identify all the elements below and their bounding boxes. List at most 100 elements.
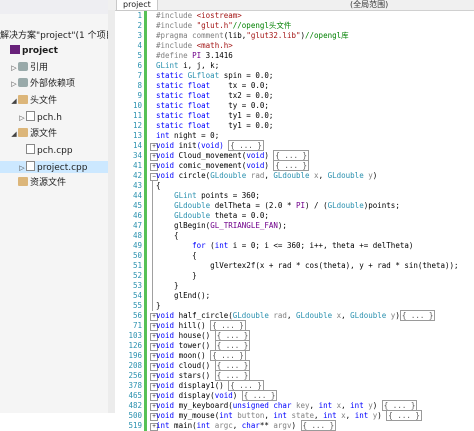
code-line[interactable]: glVertex2f(x + rad * cos(theta), y + rad…	[156, 261, 458, 271]
code-token: #include	[156, 11, 197, 20]
folder-icon	[18, 94, 28, 104]
tree-item-project[interactable]: project	[0, 45, 108, 57]
code-line[interactable]: static float ty1 = 0.0;	[156, 121, 273, 131]
line-number: 44	[132, 191, 142, 200]
tree-item-[interactable]: ▷ 外部依赖项	[0, 78, 108, 90]
line-number: 56	[132, 311, 142, 320]
collapsed-region[interactable]: { ... }	[241, 390, 278, 401]
code-line[interactable]: }	[156, 281, 179, 291]
code-token: void	[156, 321, 175, 330]
code-line[interactable]: {	[156, 231, 179, 241]
tree-item-[interactable]: 资源文件	[0, 177, 108, 189]
code-line[interactable]: void half_circle(GLdouble rad, GLdouble …	[156, 310, 436, 321]
code-line[interactable]: GLdouble delTheta = (2.0 * PI) / (GLdoub…	[156, 201, 400, 211]
code-line[interactable]: glEnd();	[156, 291, 210, 301]
code-line[interactable]: }	[156, 271, 197, 281]
line-number: 1	[137, 11, 142, 20]
tree-item-[interactable]: ◢ 头文件	[0, 94, 108, 107]
expand-toggle-icon[interactable]: ◢	[10, 95, 18, 107]
code-line[interactable]: {	[156, 181, 161, 191]
collapsed-region[interactable]: { ... }	[386, 410, 422, 421]
tab-project[interactable]: project	[116, 0, 158, 11]
tree-item-project-cpp[interactable]: ▷ project.cpp	[0, 160, 108, 174]
change-indicator	[144, 261, 147, 271]
tree-item-label: pch.h	[37, 113, 62, 123]
expand-toggle-icon[interactable]: ▷	[18, 162, 26, 174]
tree-item-label: project.cpp	[37, 162, 88, 173]
code-line[interactable]: {	[156, 251, 197, 261]
code-line[interactable]: static float ty = 0.0;	[156, 101, 269, 111]
code-token: #include	[156, 41, 197, 50]
code-line[interactable]: }	[156, 301, 161, 311]
code-token: x	[309, 171, 319, 180]
code-token: init	[174, 141, 197, 150]
scope-dropdown[interactable]: (全局范围)	[350, 0, 388, 10]
fold-guide	[152, 181, 153, 311]
code-token: GLdouble	[174, 211, 211, 220]
collapsed-region[interactable]: { ... }	[399, 310, 436, 321]
code-token: y	[363, 401, 373, 410]
change-indicator	[144, 81, 147, 91]
line-number: 6	[137, 61, 142, 70]
code-line[interactable]: static GLfloat spin = 0.0;	[156, 71, 273, 81]
code-token: int	[273, 411, 287, 420]
code-token: void	[156, 361, 175, 370]
code-token: 3.1416	[201, 51, 233, 60]
code-line[interactable]: #include <iostream>	[156, 11, 242, 21]
change-indicator	[144, 281, 147, 291]
code-line[interactable]: glBegin(GL_TRIANGLE_FAN);	[156, 221, 287, 231]
code-line[interactable]: void init(void) { ... }	[156, 140, 264, 151]
code-token: static	[156, 71, 188, 80]
expand-toggle-icon[interactable]: ▷	[18, 112, 26, 124]
code-line[interactable]: for (int i = 0; i <= 360; i++, theta += …	[156, 241, 413, 251]
code-token: void	[156, 141, 175, 150]
editor-tab-bar: project (全局范围)	[108, 0, 474, 11]
tree-item-pch-cpp[interactable]: pch.cpp	[0, 144, 108, 156]
code-token: for	[192, 241, 206, 250]
code-token: "glut32.lib"	[246, 31, 301, 40]
code-line[interactable]: static float tx = 0.0;	[156, 81, 269, 91]
expand-toggle-icon[interactable]: ▷	[10, 78, 18, 90]
code-token: ,	[286, 311, 296, 320]
code-line[interactable]: GLint points = 360;	[156, 191, 260, 201]
change-indicator	[144, 371, 147, 381]
collapsed-region[interactable]: { ... }	[273, 160, 310, 171]
code-line[interactable]: #include <math.h>	[156, 41, 233, 51]
code-line[interactable]: int night = 0;	[156, 131, 219, 141]
tree-item-[interactable]: ◢ 源文件	[0, 127, 108, 140]
expand-toggle-icon[interactable]: ▷	[10, 62, 18, 74]
code-line[interactable]: #define PI 3.1416	[156, 51, 233, 61]
change-indicator	[144, 271, 147, 281]
line-number: 49	[132, 241, 142, 250]
code-line[interactable]: void circle(GLdouble rad, GLdouble x, GL…	[156, 171, 377, 181]
tree-item-label: 外部依赖项	[30, 79, 76, 89]
code-token: int	[318, 401, 333, 410]
line-number: 48	[132, 231, 142, 240]
solution-node[interactable]: 解决方案"project"(1 个项目	[0, 30, 108, 42]
code-line[interactable]: void my_keyboard(unsigned char key, int …	[156, 400, 418, 411]
code-line[interactable]: void display(void) { ... }	[156, 390, 278, 401]
code-line[interactable]: void comic_movement(void) { ... }	[156, 160, 310, 171]
code-token: float	[187, 101, 211, 110]
code-line[interactable]: int main(int argc, char** argv) { ... }	[156, 420, 337, 431]
code-token: static	[156, 121, 188, 130]
code-line[interactable]: static float ty1 = 0.0;	[156, 111, 273, 121]
change-indicator	[144, 211, 147, 221]
code-line[interactable]: GLdouble theta = 0.0;	[156, 211, 269, 221]
code-token: {	[156, 181, 161, 190]
collapsed-region[interactable]: { ... }	[300, 420, 337, 431]
code-token: x	[332, 311, 342, 320]
code-line[interactable]: #pragma comment(lib,"glut32.lib")//openg…	[156, 31, 349, 41]
collapsed-region[interactable]: { ... }	[228, 140, 264, 151]
code-token: theta = 0.0;	[210, 211, 269, 220]
expand-toggle-icon[interactable]: ◢	[10, 128, 18, 140]
code-line[interactable]: GLint i, j, k;	[156, 61, 219, 71]
code-line[interactable]: #include "glut.h"//opengl头文件	[156, 21, 291, 31]
code-line[interactable]: static float tx2 = 0.0;	[156, 91, 273, 101]
tree-item-pch-h[interactable]: ▷ pch.h	[0, 111, 108, 124]
change-indicator	[144, 191, 147, 201]
code-editor[interactable]: project (全局范围) 1 #include <iostream> 2 #inc…	[108, 0, 474, 431]
line-number: 55	[132, 301, 142, 310]
tree-item-[interactable]: ▷ 引用	[0, 61, 108, 74]
code-token: button	[232, 411, 265, 420]
